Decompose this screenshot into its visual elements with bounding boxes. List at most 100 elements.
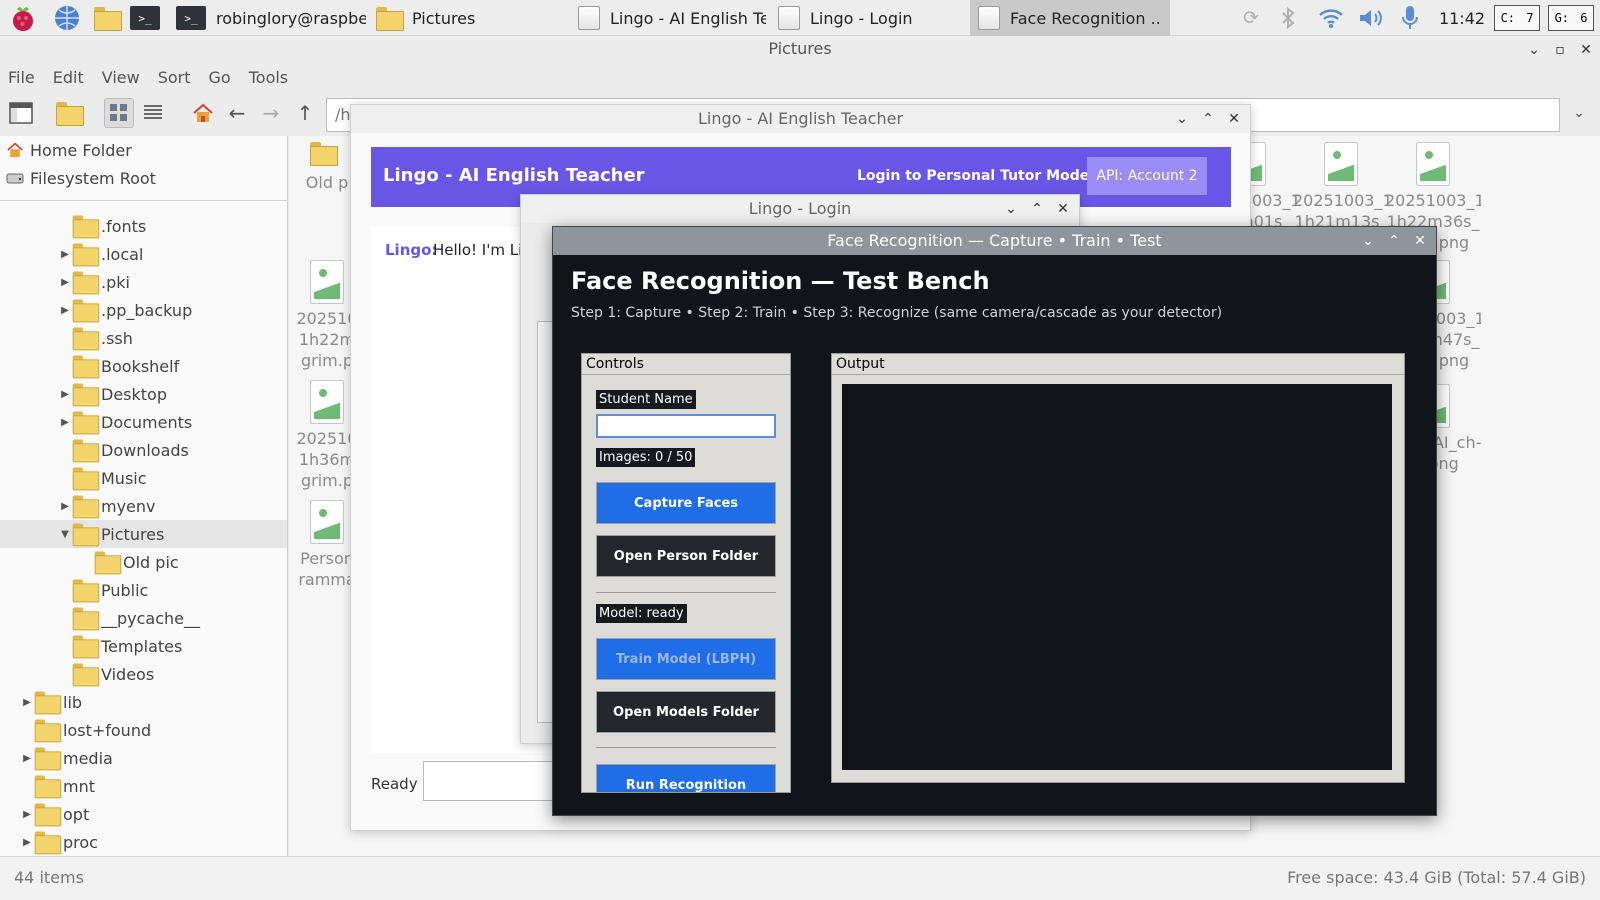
menu-go[interactable]: Go xyxy=(209,68,231,87)
browser-icon[interactable] xyxy=(50,3,84,33)
menu-file[interactable]: File xyxy=(8,68,35,87)
task-face-recognition[interactable]: Face Recognition .. xyxy=(970,0,1170,36)
expand-arrow-icon[interactable]: ▶ xyxy=(20,837,34,848)
file-manager-launcher-icon[interactable] xyxy=(90,3,124,33)
menu-view[interactable]: View xyxy=(102,68,140,87)
minimize-icon[interactable]: ⌄ xyxy=(1176,105,1188,133)
tree-item[interactable]: Videos xyxy=(0,660,287,688)
tree-item[interactable]: ▼ Pictures xyxy=(0,520,287,548)
tree-item[interactable]: Old pic xyxy=(0,548,287,576)
terminal-launcher-icon[interactable]: >_ xyxy=(128,3,162,33)
run-recognition-button[interactable]: Run Recognition xyxy=(596,764,776,792)
minimize-icon[interactable]: ⌄ xyxy=(1005,195,1017,223)
tree-item-label: myenv xyxy=(101,496,156,516)
student-name-input[interactable] xyxy=(596,414,776,438)
list-view-icon[interactable] xyxy=(138,98,168,128)
capture-faces-button[interactable]: Capture Faces xyxy=(596,482,776,524)
raspberry-menu-icon[interactable] xyxy=(6,3,40,33)
place-filesystem-root[interactable]: Filesystem Root xyxy=(0,164,287,192)
lingo-window-titlebar[interactable]: Lingo - AI English Teacher ⌄ ⌃ ✕ xyxy=(351,105,1250,133)
login-window-titlebar[interactable]: Lingo - Login ⌄ ⌃ ✕ xyxy=(521,195,1079,223)
login-tutor-link[interactable]: Login to Personal Tutor Mode xyxy=(857,168,1089,184)
clock[interactable]: 11:42 xyxy=(1434,0,1490,36)
panel-divider xyxy=(582,374,790,375)
file-item[interactable]: 20251003_1 1h21m13s_ xyxy=(1293,142,1389,232)
train-model-button[interactable]: Train Model (LBPH) xyxy=(596,638,776,680)
tree-item[interactable]: ▶ opt xyxy=(0,800,287,828)
expand-arrow-icon[interactable]: ▶ xyxy=(20,753,34,764)
tree-item[interactable]: Public xyxy=(0,576,287,604)
api-account-button[interactable]: API: Account 2 xyxy=(1087,157,1207,195)
close-icon[interactable]: ✕ xyxy=(1057,195,1069,223)
task-lingo-teacher[interactable]: Lingo - AI English Te.. xyxy=(570,0,766,36)
tree-item[interactable]: ▶ lib xyxy=(0,688,287,716)
tree-item[interactable]: ▶ Documents xyxy=(0,408,287,436)
close-icon[interactable]: ✕ xyxy=(1414,227,1426,255)
expand-arrow-icon[interactable]: ▶ xyxy=(58,305,72,316)
tree-item[interactable]: ▶ .pp_backup xyxy=(0,296,287,324)
tree-item[interactable]: Templates xyxy=(0,632,287,660)
maximize-icon[interactable]: ⌃ xyxy=(1202,105,1214,133)
home-icon[interactable] xyxy=(188,98,218,128)
expand-arrow-icon[interactable]: ▶ xyxy=(58,501,72,512)
tree-item[interactable]: Downloads xyxy=(0,436,287,464)
path-history-chevron-icon[interactable]: ⌄ xyxy=(1564,98,1594,128)
forward-arrow-icon[interactable]: → xyxy=(256,98,286,128)
close-icon[interactable]: ✕ xyxy=(1580,42,1592,58)
up-arrow-icon[interactable]: ↑ xyxy=(290,98,320,128)
expand-arrow-icon[interactable]: ▶ xyxy=(58,249,72,260)
maximize-icon[interactable]: ⌃ xyxy=(1388,227,1400,255)
close-icon[interactable]: ✕ xyxy=(1228,105,1240,133)
tree-item[interactable]: __pycache__ xyxy=(0,604,287,632)
folder-icon xyxy=(72,355,100,379)
volume-icon[interactable] xyxy=(1356,0,1386,36)
open-models-folder-button[interactable]: Open Models Folder xyxy=(596,691,776,733)
open-person-folder-button[interactable]: Open Person Folder xyxy=(596,535,776,577)
gpu-monitor[interactable]: G: 6 xyxy=(1548,5,1594,31)
tree-item[interactable]: .fonts xyxy=(0,212,287,240)
expanded-arrow-icon[interactable]: ▼ xyxy=(58,529,72,540)
tree-item[interactable]: .ssh xyxy=(0,324,287,352)
tree-item[interactable]: mnt xyxy=(0,772,287,800)
menu-edit[interactable]: Edit xyxy=(53,68,84,87)
task-label: Lingo - AI English Te.. xyxy=(610,8,766,28)
minimize-icon[interactable]: ⌄ xyxy=(1362,227,1374,255)
expand-arrow-icon[interactable]: ▶ xyxy=(20,809,34,820)
sync-icon[interactable]: ⟳ xyxy=(1236,0,1266,36)
expand-arrow-icon[interactable]: ▶ xyxy=(58,277,72,288)
wifi-icon[interactable] xyxy=(1316,0,1346,36)
task-terminal[interactable]: >_ robinglory@raspberr.. xyxy=(168,0,366,36)
tree-item[interactable]: Bookshelf xyxy=(0,352,287,380)
tree-item[interactable]: ▶ .pki xyxy=(0,268,287,296)
menu-sort[interactable]: Sort xyxy=(158,68,191,87)
expand-arrow-icon[interactable]: ▶ xyxy=(58,389,72,400)
icon-view-icon[interactable] xyxy=(104,98,134,128)
expand-arrow-icon[interactable]: ▶ xyxy=(20,697,34,708)
minimize-icon[interactable]: ⌄ xyxy=(1528,42,1540,58)
task-pictures[interactable]: Pictures xyxy=(368,0,568,36)
task-lingo-login[interactable]: Lingo - Login xyxy=(770,0,966,36)
place-home-folder[interactable]: Home Folder xyxy=(0,136,287,164)
image-file-icon xyxy=(1324,142,1358,186)
tree-item[interactable]: Music xyxy=(0,464,287,492)
gpu-value: 6 xyxy=(1580,11,1588,25)
tree-item[interactable]: ▶ Desktop xyxy=(0,380,287,408)
new-window-icon[interactable] xyxy=(6,98,36,128)
tree-item[interactable]: ▶ myenv xyxy=(0,492,287,520)
maximize-icon[interactable]: ▫ xyxy=(1554,42,1566,58)
face-window-titlebar[interactable]: Face Recognition — Capture • Train • Tes… xyxy=(553,227,1436,255)
folder-icon xyxy=(34,775,62,799)
tree-item[interactable]: ▶ .local xyxy=(0,240,287,268)
maximize-icon[interactable]: ⌃ xyxy=(1031,195,1043,223)
new-folder-icon[interactable] xyxy=(54,98,84,128)
bluetooth-icon[interactable] xyxy=(1276,0,1300,36)
tree-item[interactable]: ▶ proc xyxy=(0,828,287,856)
microphone-icon[interactable] xyxy=(1398,0,1422,36)
folder-icon xyxy=(72,215,100,239)
cpu-monitor[interactable]: C: 7 xyxy=(1494,5,1540,31)
menu-tools[interactable]: Tools xyxy=(249,68,288,87)
expand-arrow-icon[interactable]: ▶ xyxy=(58,417,72,428)
tree-item[interactable]: lost+found xyxy=(0,716,287,744)
tree-item[interactable]: ▶ media xyxy=(0,744,287,772)
back-arrow-icon[interactable]: ← xyxy=(222,98,252,128)
